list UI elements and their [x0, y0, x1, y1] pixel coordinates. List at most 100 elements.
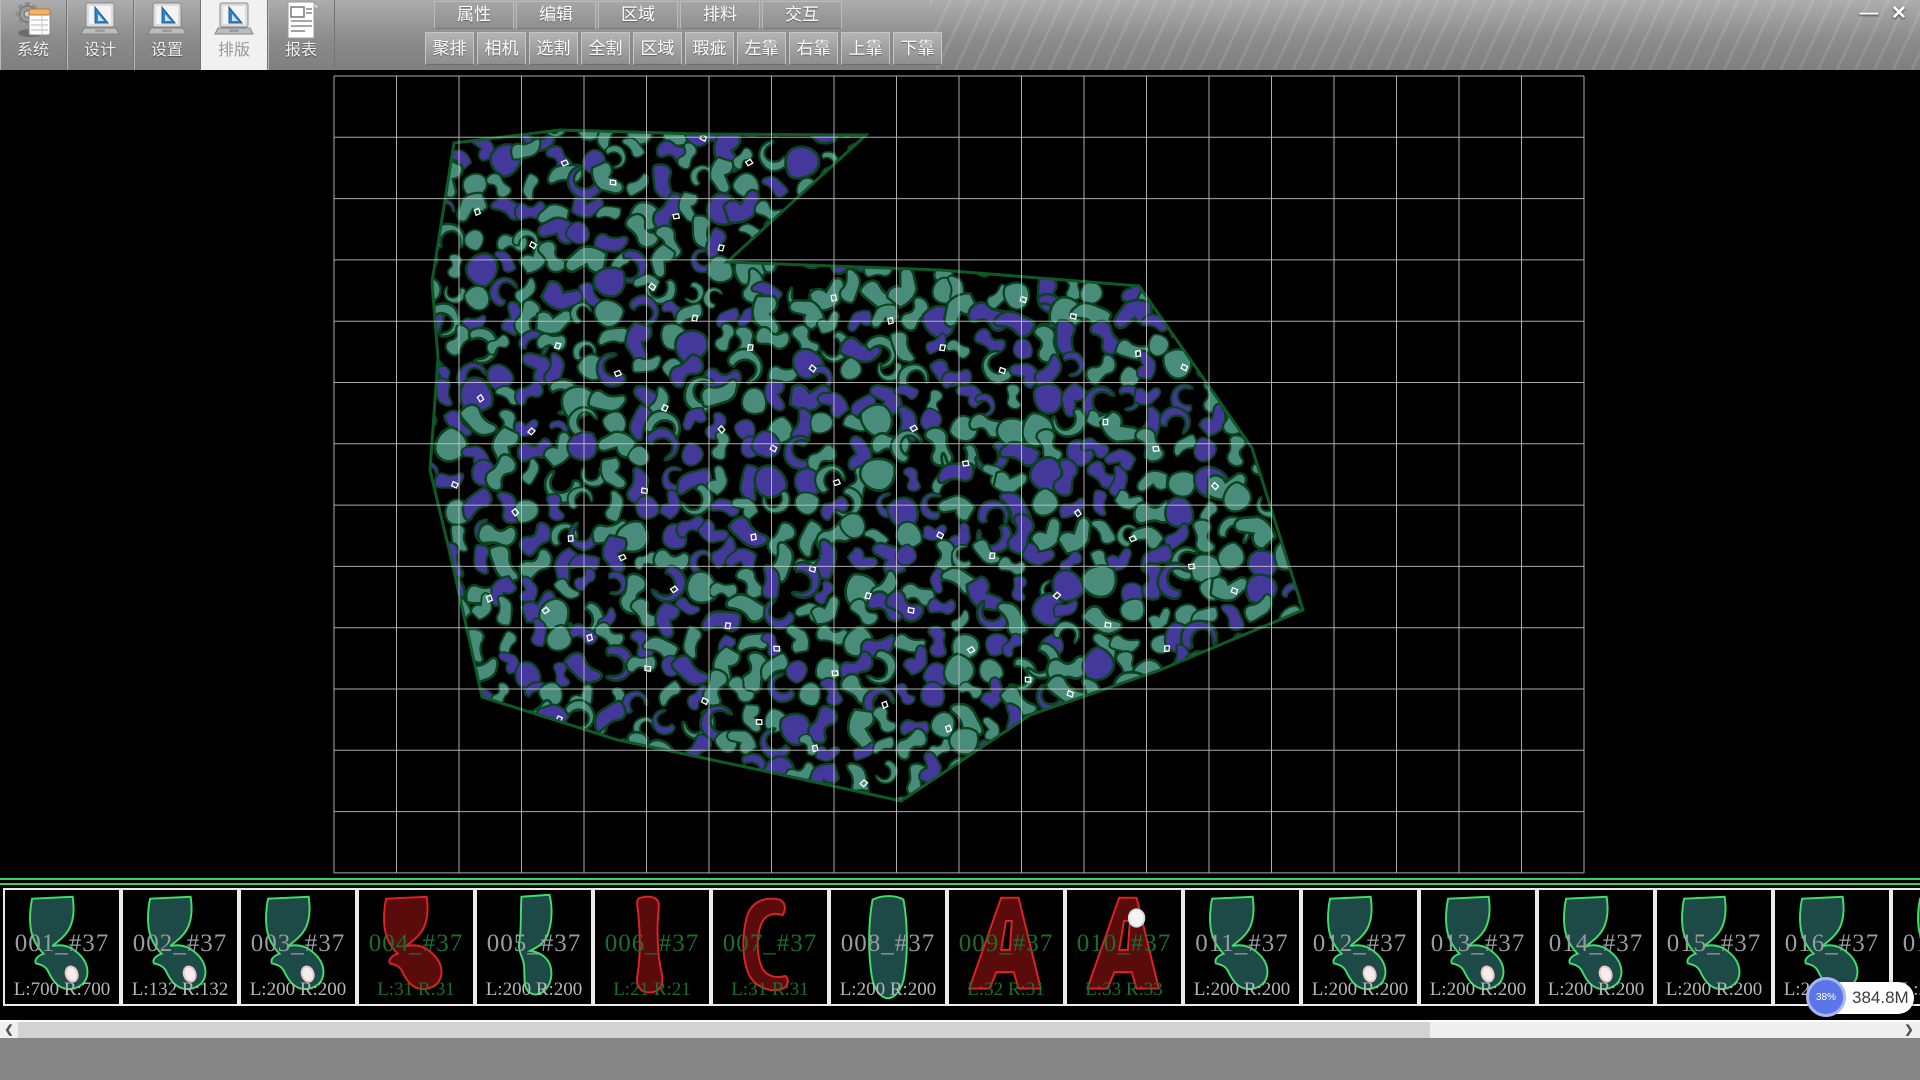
main-tab-design[interactable]: 设计 — [67, 0, 134, 70]
horizontal-scrollbar[interactable]: ❮ ❯ — [0, 1022, 1920, 1038]
pieces-panel: 001_#37 L:700 R:700 002_#37 L:132 R:132 … — [0, 877, 1920, 1020]
piece-lr-count: L:200 R:200 — [1657, 979, 1771, 1001]
piece-thumbnail-008[interactable]: 008_#37 L:200 R:200 — [829, 888, 947, 1006]
piece-thumbnail-015[interactable]: 015_#37 L:200 R:200 — [1655, 888, 1773, 1006]
panel-divider-line — [0, 878, 1920, 880]
piece-lr-count: L:200 R:200 — [1185, 979, 1299, 1001]
main-tab-label: 报表 — [285, 41, 317, 61]
main-tab-report[interactable]: 报表 — [268, 0, 335, 70]
piece-id: 002_#37 — [123, 930, 237, 958]
piece-lr-count: L:132 R:132 — [123, 979, 237, 1001]
piece-lr-count: L:200 R:200 — [1421, 979, 1535, 1001]
piece-lr-count: L:200 R:200 — [1539, 979, 1653, 1001]
piece-lr-count: L:200 R:200 — [241, 979, 355, 1001]
piece-id: 015_#37 — [1657, 930, 1771, 958]
piece-thumbnail-010[interactable]: 010_#37 L:33 R:33 — [1065, 888, 1183, 1006]
main-tab-settings[interactable]: 设置 — [134, 0, 201, 70]
piece-id: 016_#37 — [1775, 930, 1889, 958]
memory-value: 384.8M — [1852, 982, 1909, 1014]
piece-id: 013_#37 — [1421, 930, 1535, 958]
piece-id: 010_#37 — [1067, 930, 1181, 958]
menu-item-interaction[interactable]: 交互 — [762, 1, 842, 29]
progress-percent: 38% — [1816, 992, 1836, 1003]
tool-button-snap-left[interactable]: 左靠 — [737, 32, 786, 65]
piece-lr-count: L:200 R:200 — [1303, 979, 1417, 1001]
nesting-canvas[interactable] — [0, 70, 1920, 877]
piece-id: 012_#37 — [1303, 930, 1417, 958]
menu-item-edit[interactable]: 编辑 — [516, 1, 596, 29]
piece-thumbnail-002[interactable]: 002_#37 L:132 R:132 — [121, 888, 239, 1006]
tool-button-cut-all[interactable]: 全割 — [581, 32, 630, 65]
piece-lr-count: L:200 R:200 — [477, 979, 591, 1001]
piece-thumbnail-001[interactable]: 001_#37 L:700 R:700 — [3, 888, 121, 1006]
minimize-button[interactable]: — — [1854, 2, 1884, 26]
close-button[interactable]: ✕ — [1884, 2, 1914, 26]
menu-item-region[interactable]: 区域 — [598, 1, 678, 29]
report-doc-icon — [279, 1, 323, 41]
memory-status-badge[interactable]: 384.8M 38% — [1806, 977, 1918, 1019]
main-tab-label: 系统 — [17, 41, 49, 61]
piece-id: 005_#37 — [477, 930, 591, 958]
scroll-right-button[interactable]: ❯ — [1900, 1022, 1918, 1038]
main-tab-system[interactable]: 系统 — [0, 0, 67, 70]
piece-thumbnail-012[interactable]: 012_#37 L:200 R:200 — [1301, 888, 1419, 1006]
menu-item-nesting[interactable]: 排料 — [680, 1, 760, 29]
piece-id: 006_#37 — [595, 930, 709, 958]
piece-id: 009_#37 — [949, 930, 1063, 958]
laptop-ruler-icon — [145, 1, 189, 41]
piece-id: 007_#37 — [713, 930, 827, 958]
laptop-ruler-icon — [78, 1, 122, 41]
tool-button-camera[interactable]: 相机 — [477, 32, 526, 65]
piece-thumbnail-006[interactable]: 006_#37 L:21 R:21 — [593, 888, 711, 1006]
tool-button-snap-right[interactable]: 右靠 — [789, 32, 838, 65]
scroll-left-button[interactable]: ❮ — [0, 1022, 18, 1038]
piece-id: 001_#37 — [5, 930, 119, 958]
window-bottom-edge — [0, 1038, 1920, 1080]
piece-lr-count: L:200 R:200 — [831, 979, 945, 1001]
tool-button-region[interactable]: 区域 — [633, 32, 682, 65]
piece-thumbnail-014[interactable]: 014_#37 L:200 R:200 — [1537, 888, 1655, 1006]
piece-id: 011_#37 — [1185, 930, 1299, 958]
piece-id: 017_#37 — [1893, 930, 1920, 958]
piece-thumbnail-009[interactable]: 009_#37 L:32 R:31 — [947, 888, 1065, 1006]
main-tab-label: 设置 — [151, 41, 183, 61]
tool-bar: 聚排相机选割全割区域瑕疵左靠右靠上靠下靠 — [425, 32, 945, 65]
menu-item-properties[interactable]: 属性 — [434, 1, 514, 29]
canvas-grid — [334, 76, 1584, 873]
piece-thumbnail-003[interactable]: 003_#37 L:200 R:200 — [239, 888, 357, 1006]
gear-notebook-icon — [11, 1, 55, 41]
piece-id: 004_#37 — [359, 930, 473, 958]
progress-circle-icon: 38% — [1806, 977, 1846, 1017]
piece-thumbnail-list: 001_#37 L:700 R:700 002_#37 L:132 R:132 … — [3, 888, 1920, 1006]
tool-button-select-cut[interactable]: 选割 — [529, 32, 578, 65]
piece-lr-count: L:33 R:33 — [1067, 979, 1181, 1001]
main-tab-layout[interactable]: 排版 — [201, 0, 268, 70]
tool-button-defect[interactable]: 瑕疵 — [685, 32, 734, 65]
piece-id: 003_#37 — [241, 930, 355, 958]
piece-thumbnail-011[interactable]: 011_#37 L:200 R:200 — [1183, 888, 1301, 1006]
piece-thumbnail-013[interactable]: 013_#37 L:200 R:200 — [1419, 888, 1537, 1006]
piece-thumbnail-007[interactable]: 007_#37 L:31 R:31 — [711, 888, 829, 1006]
piece-id: 008_#37 — [831, 930, 945, 958]
piece-lr-count: L:21 R:21 — [595, 979, 709, 1001]
tool-button-snap-up[interactable]: 上靠 — [841, 32, 890, 65]
window-controls: — ✕ — [1854, 2, 1914, 26]
main-tab-label: 排版 — [218, 41, 250, 61]
toolbar: 系统 设计 设置 排版 — [0, 0, 1920, 70]
menu-bar: 属性编辑区域排料交互 — [434, 1, 844, 29]
piece-id: 014_#37 — [1539, 930, 1653, 958]
piece-lr-count: L:31 R:31 — [713, 979, 827, 1001]
laptop-ruler-icon — [212, 1, 256, 41]
tool-button-cluster-nest[interactable]: 聚排 — [425, 32, 474, 65]
tool-button-snap-down[interactable]: 下靠 — [893, 32, 942, 65]
scrollbar-thumb[interactable] — [18, 1022, 1430, 1038]
panel-divider-line — [0, 883, 1920, 885]
app-window: 系统 设计 设置 排版 — [0, 0, 1920, 1080]
main-toolbar-tabs: 系统 设计 设置 排版 — [0, 0, 335, 70]
piece-lr-count: L:32 R:31 — [949, 979, 1063, 1001]
piece-lr-count: L:31 R:31 — [359, 979, 473, 1001]
piece-thumbnail-005[interactable]: 005_#37 L:200 R:200 — [475, 888, 593, 1006]
piece-thumbnail-004[interactable]: 004_#37 L:31 R:31 — [357, 888, 475, 1006]
nesting-canvas-drawing[interactable] — [0, 70, 1920, 877]
main-tab-label: 设计 — [84, 41, 116, 61]
